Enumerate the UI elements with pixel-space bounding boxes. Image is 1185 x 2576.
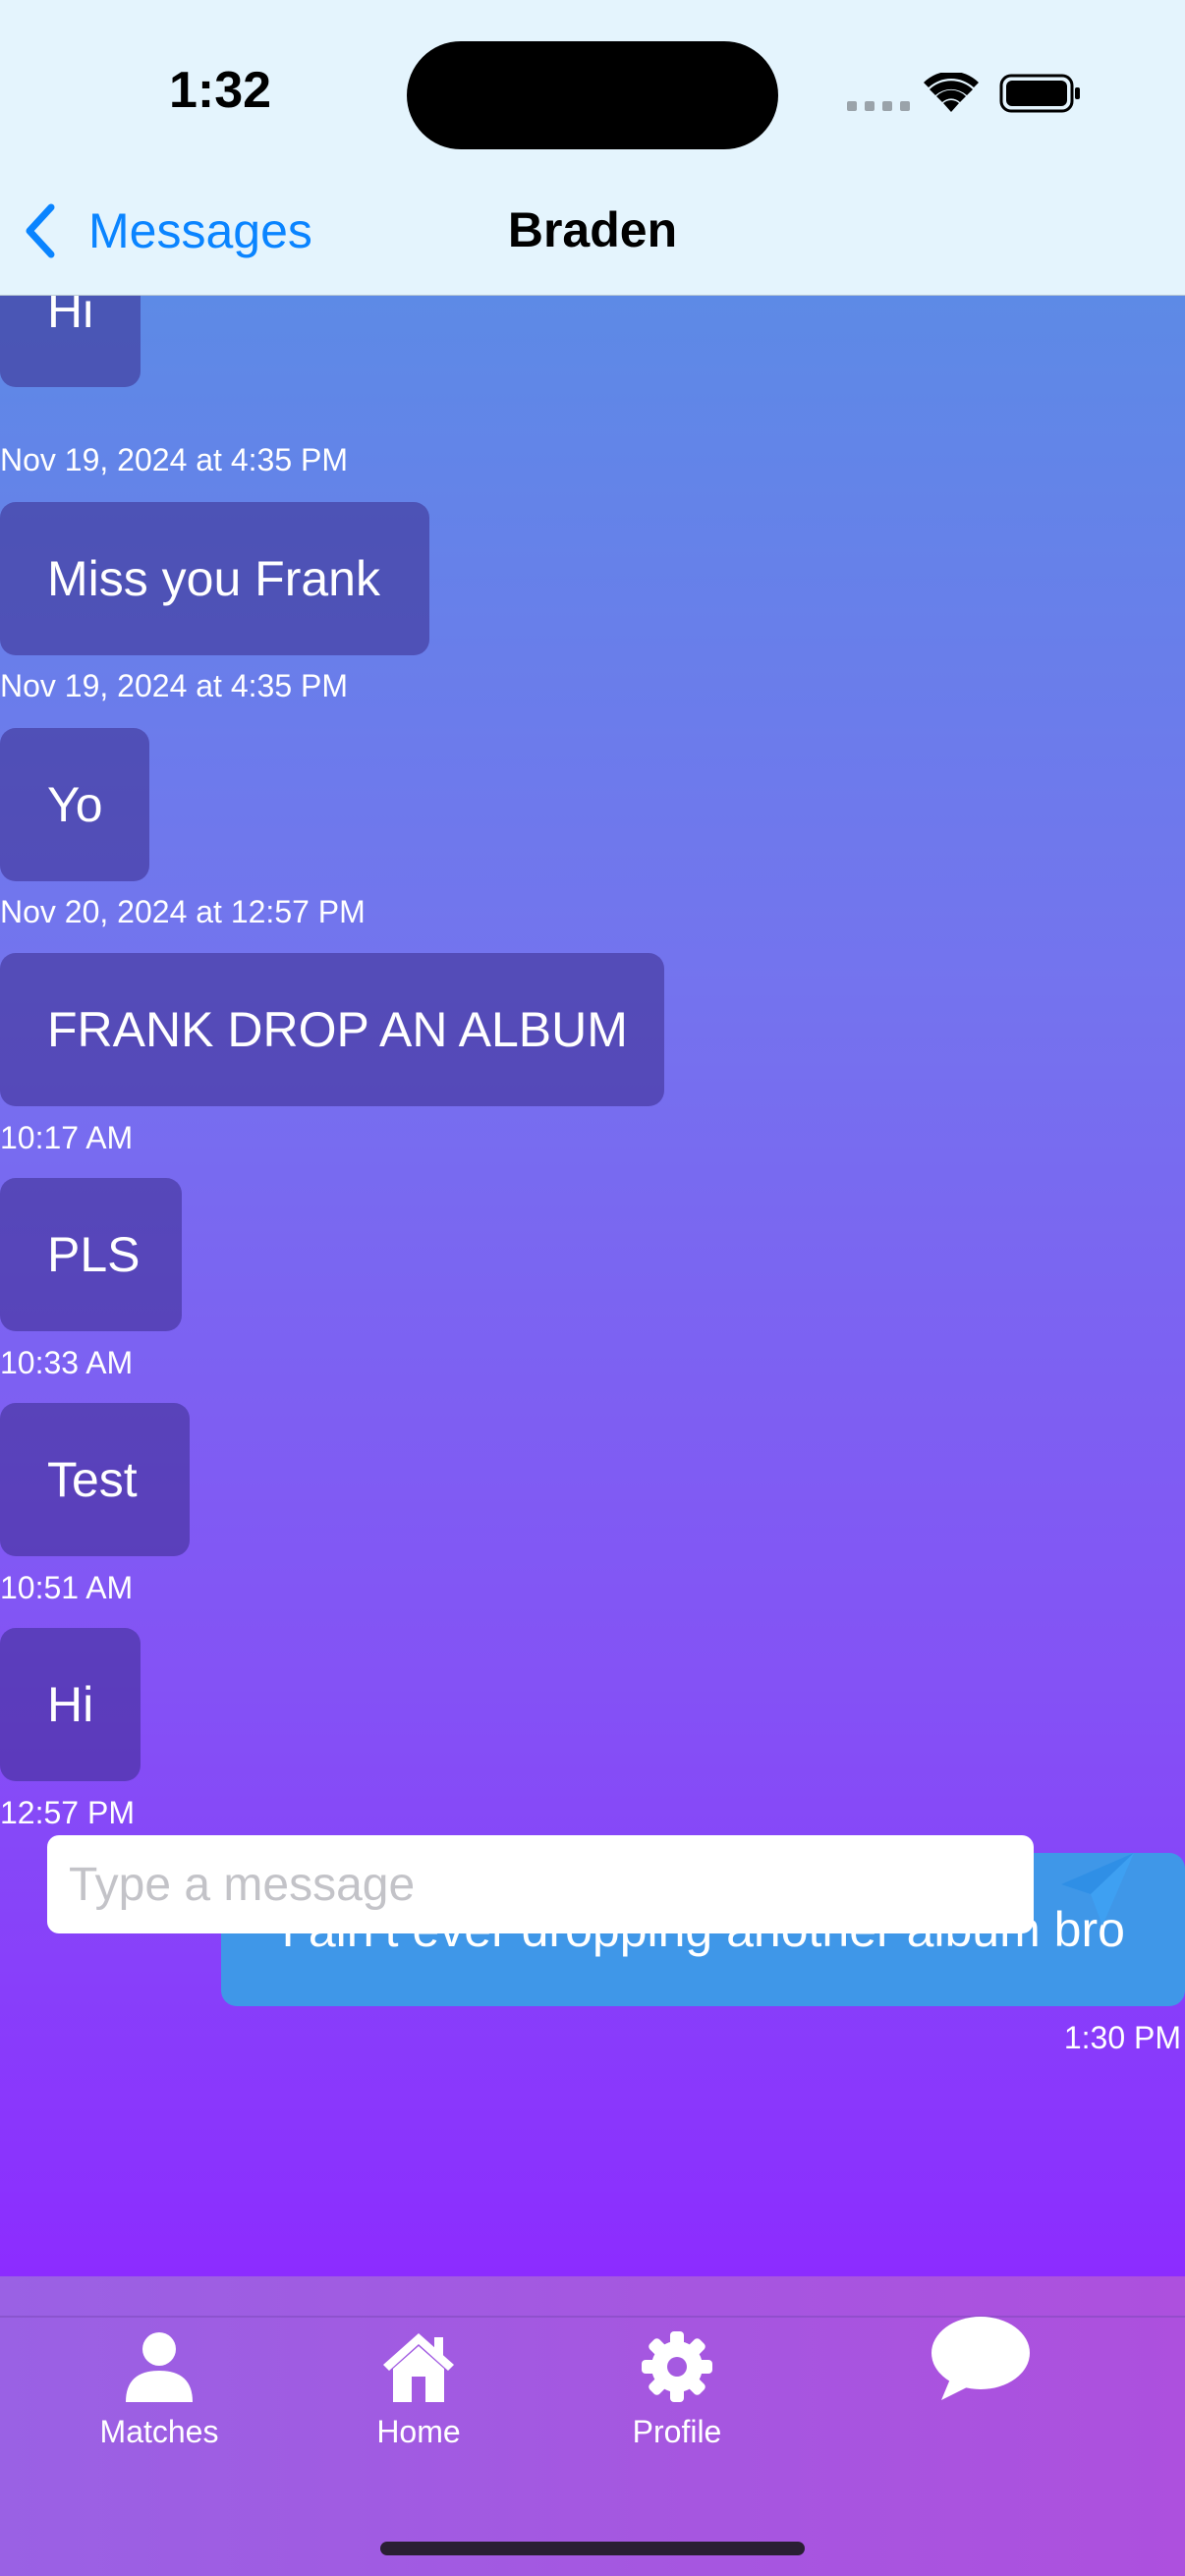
cellular-signal-icon [847,101,910,111]
message-timestamp: 12:57 PM [0,1795,135,1830]
message-timestamp: 1:30 PM [1063,2020,1181,2055]
tab-matches[interactable]: Matches [61,2327,257,2450]
house-icon [383,2333,454,2402]
incoming-message-bubble: Hi [0,295,141,387]
message-timestamp: 10:33 AM [0,1345,134,1380]
tab-label: Matches [99,2414,219,2449]
message-text: Test [47,1452,138,1507]
incoming-message-bubble: Yo [0,728,149,881]
message-input[interactable] [47,1835,1034,1933]
message-timestamp: 10:51 AM [0,1570,134,1605]
message-text: PLS [47,1227,141,1282]
person-icon [126,2332,193,2402]
status-time: 1:32 [169,62,272,119]
message-timestamp: 10:17 AM [0,1120,134,1155]
tab-bar: Matches Home Profile [0,2276,1185,2576]
message-text: Miss you Frank [47,551,380,606]
header: 1:32 Messages Braden [0,0,1185,296]
message-text: FRANK DROP AN ALBUM [47,1002,628,1057]
dynamic-island [407,41,778,149]
conversation-title: Braden [507,202,678,257]
message-timestamp: Nov 19, 2024 at 4:35 PM [0,668,348,703]
message-timestamp: Nov 19, 2024 at 4:35 PM [0,442,348,477]
message-text: Hi [47,295,94,338]
tab-label: Profile [632,2414,722,2449]
tab-home[interactable]: Home [320,2327,517,2450]
gear-icon [642,2331,712,2402]
incoming-message-bubble: Test [0,1403,190,1556]
battery-icon [999,74,1080,113]
home-indicator [380,2542,805,2555]
incoming-message-bubble: PLS [0,1178,182,1331]
tab-profile[interactable]: Profile [579,2327,775,2450]
tab-label: Home [376,2414,461,2449]
message-list[interactable]: Hi Nov 19, 2024 at 4:35 PM Miss you Fran… [0,295,1185,2276]
send-icon[interactable] [1057,1847,1140,1930]
tab-messages[interactable] [882,2314,1079,2412]
incoming-message-bubble: Miss you Frank [0,502,429,655]
chat-bubble-icon [931,2317,1030,2400]
message-text: Hi [47,1677,94,1732]
message-timestamp: Nov 20, 2024 at 12:57 PM [0,894,366,929]
wifi-icon [924,73,979,112]
incoming-message-bubble: Hi [0,1628,141,1781]
incoming-message-bubble: FRANK DROP AN ALBUM [0,953,664,1106]
message-text: Yo [47,777,103,832]
